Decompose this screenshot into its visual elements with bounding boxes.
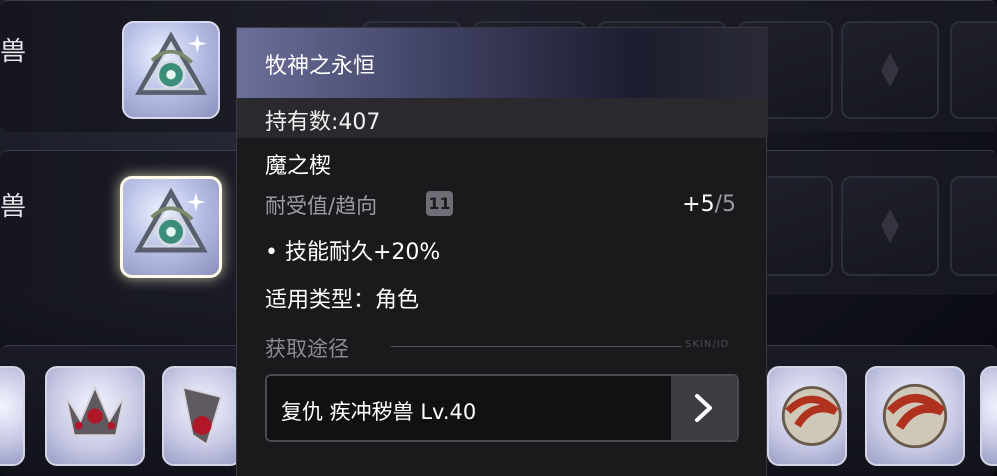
durability-current: +5 <box>682 192 715 217</box>
pan-eternity-emblem-icon <box>134 187 208 253</box>
inventory-item[interactable] <box>45 366 145 466</box>
source-label: 获取途径 <box>265 337 349 361</box>
durability-value: +5/5 <box>682 192 736 217</box>
row-label: 兽 <box>0 192 27 222</box>
item-name: 牧神之永恒 <box>265 54 376 79</box>
durability-max: /5 <box>714 192 736 217</box>
durability-label: 耐受值/趋向 <box>265 194 378 218</box>
item-category: 魔之楔 <box>265 154 332 179</box>
durability-badge: 11 <box>426 191 453 216</box>
crimson-crown-icon <box>65 384 125 437</box>
pan-eternity-emblem-icon <box>135 31 207 95</box>
equipped-item-slot[interactable] <box>122 21 220 119</box>
source-go-button[interactable] <box>671 376 737 440</box>
source-entry-text: 复仇 疾冲秽兽 Lv.40 <box>281 400 477 424</box>
game-inventory-screen: 兽 兽 牧神之永恒 持有数:407 魔之楔 耐受值/趋向 11 +5/5 • 技… <box>0 0 997 476</box>
diamond-icon <box>881 209 899 243</box>
inventory-item[interactable] <box>0 366 25 466</box>
inventory-item[interactable] <box>162 366 242 466</box>
source-mark: SKIN/ID <box>685 339 730 350</box>
item-effect: • 技能耐久+20% <box>265 240 441 265</box>
row-label: 兽 <box>0 37 27 67</box>
inventory-item[interactable] <box>767 366 847 466</box>
source-entry-button[interactable]: 复仇 疾冲秽兽 Lv.40 <box>265 374 739 442</box>
empty-slot[interactable] <box>950 176 997 276</box>
inventory-item[interactable] <box>980 366 997 466</box>
diamond-icon <box>881 53 899 87</box>
selected-item-slot[interactable] <box>120 176 222 278</box>
tooltip-header: 牧神之永恒 <box>237 28 768 98</box>
crimson-blade-icon <box>181 386 223 447</box>
spiral-ring-icon <box>781 386 842 446</box>
spiral-ring-icon <box>882 383 948 449</box>
owned-count-bar: 持有数:407 <box>237 98 768 138</box>
source-divider <box>391 346 681 347</box>
empty-slot[interactable] <box>841 176 939 276</box>
applicable-type: 适用类型：角色 <box>265 288 420 313</box>
empty-slot[interactable] <box>950 21 997 119</box>
item-tooltip: 牧神之永恒 持有数:407 魔之楔 耐受值/趋向 11 +5/5 • 技能耐久+… <box>236 27 768 476</box>
empty-slot[interactable] <box>841 21 939 119</box>
owned-count: 持有数:407 <box>265 110 381 135</box>
chevron-right-icon <box>695 394 712 422</box>
inventory-item[interactable] <box>865 366 965 466</box>
